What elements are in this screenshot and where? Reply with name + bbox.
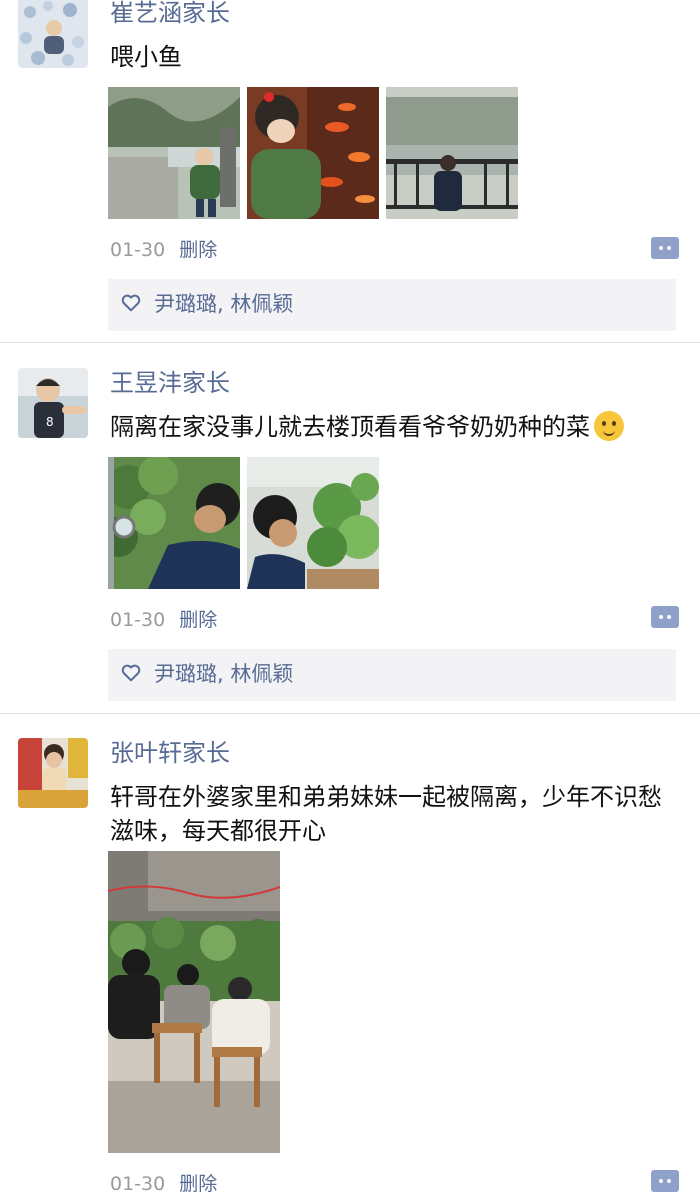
likes-panel: 尹璐璐, 林佩颖 xyxy=(108,279,676,331)
post-divider xyxy=(0,713,700,714)
kids-sitting-in-garden-photo[interactable] xyxy=(108,851,280,1153)
boy-looking-at-cabbage-photo[interactable] xyxy=(247,457,379,589)
post-text: 隔离在家没事儿就去楼顶看看爷爷奶奶种的菜 xyxy=(110,410,670,444)
avatar[interactable] xyxy=(18,738,88,808)
svg-text:8: 8 xyxy=(46,415,54,429)
post-meta: 01-30 删除 xyxy=(110,1172,217,1196)
boy-magnifier-vegetables-photo[interactable] xyxy=(108,457,240,589)
post-text: 喂小鱼 xyxy=(110,43,182,71)
delete-link[interactable]: 删除 xyxy=(179,609,217,631)
heart-icon xyxy=(121,664,141,682)
post-date: 01-30 xyxy=(110,239,166,261)
delete-link[interactable]: 删除 xyxy=(179,1173,217,1195)
avatar[interactable] xyxy=(18,0,88,68)
post-text-content: 隔离在家没事儿就去楼顶看看爷爷奶奶种的菜 xyxy=(110,413,590,441)
child-by-pond-photo[interactable] xyxy=(108,87,240,219)
post-meta: 01-30 删除 xyxy=(110,238,217,262)
likes-panel: 尹璐璐, 林佩颖 xyxy=(108,649,676,701)
author-name[interactable]: 王昱沣家长 xyxy=(110,368,230,398)
more-actions-button[interactable] xyxy=(651,1170,679,1192)
heart-icon xyxy=(121,294,141,312)
author-name[interactable]: 张叶轩家长 xyxy=(110,738,230,768)
post-meta: 01-30 删除 xyxy=(110,608,217,632)
thinking-face-emoji-icon xyxy=(594,411,624,441)
child-at-railing-photo[interactable] xyxy=(386,87,518,219)
author-name[interactable]: 崔艺涵家长 xyxy=(110,0,230,28)
delete-link[interactable]: 删除 xyxy=(179,239,217,261)
liker-names[interactable]: 尹璐璐, 林佩颖 xyxy=(154,660,293,688)
post-date: 01-30 xyxy=(110,1173,166,1195)
more-actions-button[interactable] xyxy=(651,606,679,628)
avatar[interactable]: 8 xyxy=(18,368,88,438)
post-divider xyxy=(0,342,700,343)
post-text: 轩哥在外婆家里和弟弟妹妹一起被隔离，少年不识愁滋味，每天都很开心 xyxy=(110,783,662,845)
post-date: 01-30 xyxy=(110,609,166,631)
child-feeding-fish-photo[interactable] xyxy=(247,87,379,219)
more-actions-button[interactable] xyxy=(651,237,679,259)
liker-names[interactable]: 尹璐璐, 林佩颖 xyxy=(154,290,293,318)
